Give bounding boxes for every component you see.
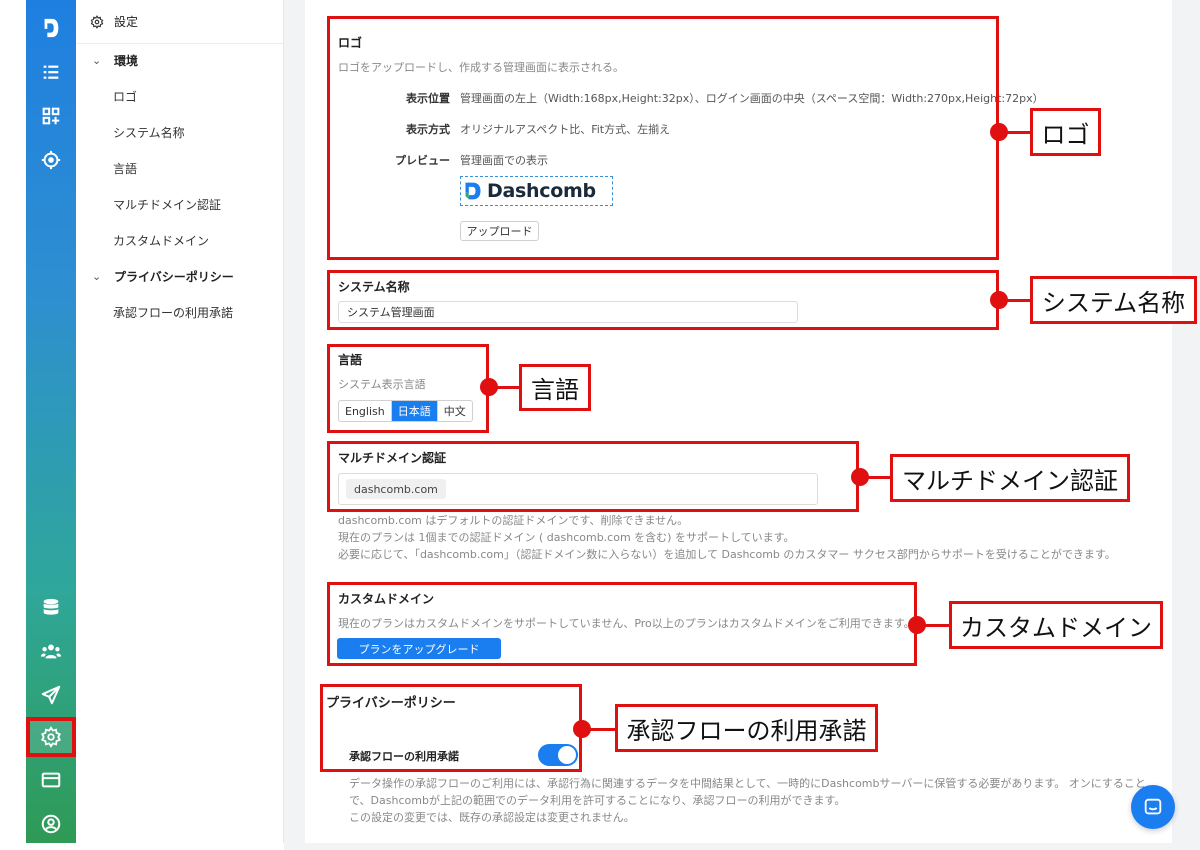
users-icon[interactable]: [26, 632, 76, 672]
preview-value: 管理画面での表示: [460, 154, 548, 167]
language-option-japanese[interactable]: 日本語: [391, 401, 438, 421]
position-label: 表示位置: [406, 92, 450, 105]
language-title: 言語: [338, 353, 363, 367]
callout-line: [999, 299, 1031, 302]
multidomain-title: マルチドメイン認証: [338, 451, 447, 465]
settings-nav-header: 設定: [76, 0, 283, 44]
privacy-note-3: この設定の変更では、既存の承認設定は変更されません。: [349, 811, 635, 824]
gear-icon: [90, 14, 104, 29]
callout-line: [999, 131, 1031, 134]
settings-title: 設定: [114, 15, 139, 29]
callout-multidomain: マルチドメイン認証: [890, 454, 1130, 502]
toggle-knob: [558, 746, 576, 764]
database-icon[interactable]: [26, 588, 76, 628]
billing-card-icon[interactable]: [26, 760, 76, 800]
language-option-chinese[interactable]: 中文: [438, 401, 472, 421]
callout-logo: ロゴ: [1030, 108, 1101, 156]
nav-group-label: プライバシーポリシー: [114, 269, 234, 284]
nav-group-label: 環境: [114, 53, 139, 68]
nav-item-custom-domain[interactable]: カスタムドメイン: [76, 222, 283, 258]
chat-support-button[interactable]: [1131, 785, 1175, 829]
callout-language: 言語: [519, 364, 591, 411]
list-icon[interactable]: [26, 52, 76, 92]
settings-nav: 設定 ⌄ 環境 ロゴ システム名称 言語 マルチドメイン認証 カスタムドメイン …: [76, 0, 284, 843]
nav-item-language[interactable]: 言語: [76, 150, 283, 186]
logo-description: ロゴをアップロードし、作成する管理画面に表示される。: [338, 61, 624, 74]
nav-item-system-name[interactable]: システム名称: [76, 114, 283, 150]
chevron-down-icon: ⌄: [92, 269, 102, 283]
upgrade-plan-button[interactable]: プランをアップグレード: [337, 638, 501, 659]
apps-add-icon[interactable]: [26, 96, 76, 136]
language-description: システム表示言語: [338, 378, 426, 391]
nav-group-environment[interactable]: ⌄ 環境: [76, 42, 283, 78]
chat-icon: [1144, 798, 1162, 815]
custom-domain-title: カスタムドメイン: [338, 592, 435, 606]
logo-section-title: ロゴ: [338, 36, 363, 50]
position-value: 管理画面の左上（Width:168px,Height:32px）、ログイン画面の…: [460, 92, 1044, 105]
chevron-down-icon: ⌄: [92, 53, 102, 67]
system-name-input[interactable]: システム管理画面: [338, 301, 798, 323]
brand-logo-icon: [465, 182, 481, 200]
privacy-title: プライバシーポリシー: [326, 696, 456, 711]
callout-approval: 承認フローの利用承諾: [615, 704, 878, 752]
upload-button[interactable]: アップロード: [460, 221, 539, 241]
mode-value: オリジナルアスペクト比、Fit方式、左揃え: [460, 123, 671, 136]
callout-custom-domain: カスタムドメイン: [949, 601, 1163, 649]
multidomain-note-1: dashcomb.com はデフォルトの認証ドメインです、削除できません。: [338, 514, 689, 527]
domain-tag: dashcomb.com: [346, 479, 446, 499]
approval-toggle-label: 承認フローの利用承諾: [349, 750, 459, 763]
privacy-note-2: で、Dashcombが上記の範囲でのデータ利用を許可することになり、承認フローの…: [349, 794, 846, 807]
callout-line: [860, 476, 891, 479]
callout-line: [489, 386, 520, 389]
gear-icon[interactable]: [26, 717, 76, 757]
nav-item-approval-consent[interactable]: 承認フローの利用承諾: [76, 294, 283, 330]
callout-system-name: システム名称: [1030, 276, 1197, 324]
callout-line: [917, 624, 950, 627]
callout-line: [582, 728, 616, 731]
brand-logo-icon[interactable]: [26, 8, 76, 48]
custom-domain-description: 現在のプランはカスタムドメインをサポートしていません、Pro以上のプランはカスタ…: [338, 617, 915, 630]
nav-item-logo[interactable]: ロゴ: [76, 78, 283, 114]
multidomain-note-3: 必要に応じて、「dashcomb.com」（認証ドメイン数に入らない）を追加して…: [338, 548, 1116, 561]
language-selector: English 日本語 中文: [338, 400, 473, 422]
nav-item-multidomain[interactable]: マルチドメイン認証: [76, 186, 283, 222]
account-icon[interactable]: [26, 804, 76, 844]
send-icon[interactable]: [26, 675, 76, 715]
system-name-title: システム名称: [338, 280, 410, 294]
nav-group-privacy[interactable]: ⌄ プライバシーポリシー: [76, 258, 283, 294]
preview-label: プレビュー: [395, 154, 450, 167]
approval-toggle[interactable]: [538, 744, 578, 766]
icon-rail: [26, 0, 76, 843]
logo-preview: Dashcomb: [460, 176, 613, 206]
multidomain-note-2: 現在のプランは 1個までの認証ドメイン ( dashcomb.com を含む) …: [338, 531, 795, 544]
privacy-note-1: データ操作の承認フローのご利用には、承認行為に関連するデータを中間結果として、一…: [349, 777, 1146, 790]
language-option-english[interactable]: English: [339, 401, 392, 421]
target-icon[interactable]: [26, 140, 76, 180]
mode-label: 表示方式: [406, 123, 450, 136]
logo-wordmark: Dashcomb: [487, 180, 596, 202]
